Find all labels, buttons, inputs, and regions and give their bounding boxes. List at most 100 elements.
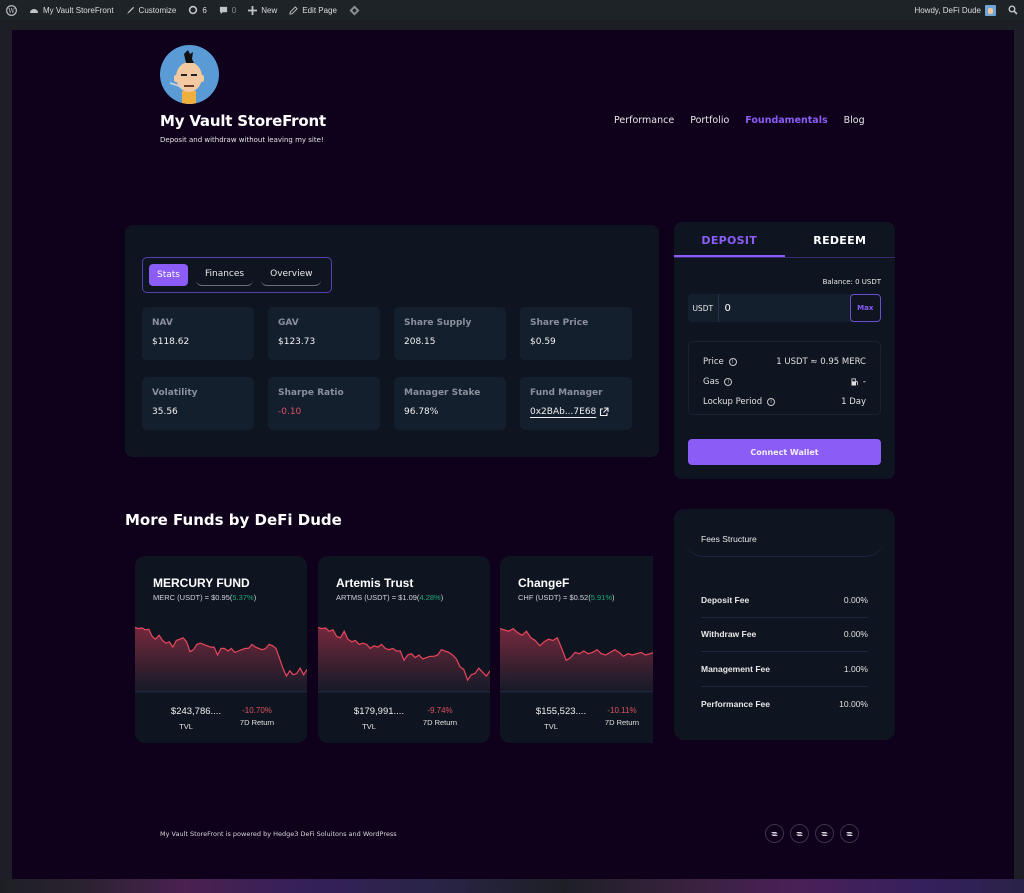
fee-value: 1.00% — [843, 663, 868, 674]
nav-performance[interactable]: Performance — [614, 115, 674, 126]
social-links — [765, 824, 859, 843]
nav-blog[interactable]: Blog — [844, 115, 865, 126]
fund-stats-panel: Stats Finances Overview NAV $118.62 GAV … — [125, 225, 659, 457]
wp-admin-bar: W My Vault StoreFront Customize 6 0 New … — [0, 0, 1024, 20]
account-menu[interactable]: Howdy, DeFi Dude — [908, 0, 1002, 20]
fee-row: Withdraw Fee 0.00% — [701, 618, 868, 652]
bottom-glow — [0, 879, 1024, 893]
tab-finances[interactable]: Finances — [195, 265, 254, 286]
search-button[interactable] — [1002, 0, 1024, 20]
stat-label: GAV — [278, 318, 299, 328]
social-link-3[interactable] — [815, 824, 834, 843]
fund-change: 5.37% — [232, 593, 254, 602]
fund-tvl-value: $155,523.... — [535, 706, 587, 717]
fee-row: Performance Fee 10.00% — [701, 687, 868, 722]
tab-redeem[interactable]: REDEEM — [785, 222, 896, 257]
stat-label: Volatility — [152, 388, 198, 398]
fund-change: 5.91% — [590, 593, 613, 602]
info-icon[interactable]: i — [728, 358, 737, 366]
nav-portfolio[interactable]: Portfolio — [690, 115, 729, 126]
fund-card[interactable]: ChangeF CHF (USDT) = $0.52(5.91%) $155,5… — [500, 556, 653, 743]
stat-label: Share Supply — [404, 318, 472, 328]
stat-label: Manager Stake — [404, 388, 481, 398]
info-row-price: Price i 1 USDT ≈ 0.95 MERC — [703, 352, 866, 372]
wordpress-logo-button[interactable]: W — [0, 0, 23, 20]
stat-card-share-price: Share Price $0.59 — [520, 307, 632, 360]
fund-tvl-label: TVL — [179, 722, 193, 731]
stat-card-volatility: Volatility 35.56 — [142, 377, 254, 430]
info-row-lockup: Lockup Period i 1 Day — [703, 392, 866, 412]
edit-page-link[interactable]: Edit Page — [283, 0, 343, 20]
fee-label: Performance Fee — [701, 698, 770, 709]
fund-card[interactable]: Artemis Trust ARTMS (USDT) = $1.09(4.28%… — [318, 556, 490, 743]
stat-label: NAV — [152, 318, 173, 328]
fund-tvl-label: TVL — [362, 722, 376, 731]
max-button[interactable]: Max — [849, 294, 881, 322]
divider — [135, 691, 307, 692]
fund-return-value: -9.74% — [427, 706, 453, 715]
stat-card-manager-stake: Manager Stake 96.78% — [394, 377, 506, 430]
nav-foundamentals[interactable]: Foundamentals — [745, 115, 827, 126]
fund-name: ChangeF — [518, 576, 570, 590]
fund-return-label: 7D Return — [604, 718, 640, 727]
fund-manager-address-link[interactable]: 0x2BAb...7E68 — [530, 407, 622, 417]
fund-card[interactable]: MERCURY FUND MERC (USDT) = $0.95(5.37%) … — [135, 556, 307, 743]
divider — [318, 691, 490, 692]
fee-label: Withdraw Fee — [701, 629, 757, 640]
comment-icon — [219, 6, 227, 14]
stat-value: $118.62 — [152, 337, 190, 347]
amount-input-group: USDT Max — [688, 294, 881, 322]
info-label: Gas — [703, 377, 720, 387]
plugin-diamond-button[interactable] — [343, 0, 366, 20]
info-row-gas: Gas i - — [703, 372, 866, 392]
tab-deposit[interactable]: DEPOSIT — [674, 222, 785, 257]
tab-stats[interactable]: Stats — [149, 264, 188, 286]
comments-count: 0 — [231, 5, 237, 15]
fund-change: 4.28% — [419, 593, 441, 602]
info-icon[interactable]: i — [724, 378, 733, 386]
new-content-link[interactable]: New — [242, 0, 283, 20]
stat-grid: NAV $118.62 GAV $123.73 Share Supply 208… — [142, 307, 632, 430]
fund-pair: MERC (USDT) = $0.95( — [153, 593, 233, 602]
info-value: 1 Day — [841, 397, 866, 407]
site-tagline: Deposit and withdraw without leaving my … — [160, 136, 324, 144]
hedge3-logo-icon — [796, 831, 803, 836]
info-label: Price — [703, 357, 724, 367]
customize-link[interactable]: Customize — [120, 0, 183, 20]
stat-value: $123.73 — [278, 337, 316, 347]
brush-icon — [126, 6, 134, 14]
dashboard-icon — [30, 9, 38, 13]
info-icon[interactable]: i — [767, 398, 776, 406]
stat-card-share-supply: Share Supply 208.15 — [394, 307, 506, 360]
fund-return-label: 7D Return — [239, 718, 275, 727]
stat-card-sharpe-ratio: Sharpe Ratio -0.10 — [268, 377, 380, 430]
stat-card-fund-manager: Fund Manager 0x2BAb...7E68 — [520, 377, 632, 430]
site-name-link[interactable]: My Vault StoreFront — [23, 0, 120, 20]
site-name-label: My Vault StoreFront — [43, 5, 114, 15]
fee-value: 0.00% — [843, 594, 868, 605]
social-link-4[interactable] — [840, 824, 859, 843]
sparkline-area — [500, 628, 653, 693]
site-logo-avatar[interactable] — [160, 45, 219, 104]
social-link-1[interactable] — [765, 824, 784, 843]
stat-card-nav: NAV $118.62 — [142, 307, 254, 360]
tab-overview[interactable]: Overview — [261, 265, 322, 286]
deposit-redeem-panel: DEPOSIT REDEEM Balance: 0 USDT USDT Max … — [674, 222, 895, 479]
fund-sparkline-chart — [500, 627, 653, 693]
comments-link[interactable]: 0 — [213, 0, 242, 20]
connect-wallet-button[interactable]: Connect Wallet — [688, 439, 881, 465]
updates-link[interactable]: 6 — [182, 0, 212, 20]
stat-value: $0.59 — [530, 337, 556, 347]
site-title[interactable]: My Vault StoreFront — [160, 112, 326, 130]
info-value: - — [862, 377, 866, 387]
diamond-icon — [349, 4, 360, 16]
new-label: New — [261, 5, 278, 15]
funds-carousel[interactable]: MERCURY FUND MERC (USDT) = $0.95(5.37%) … — [135, 556, 653, 744]
info-label: Lockup Period — [703, 397, 763, 407]
social-link-2[interactable] — [790, 824, 809, 843]
hedge3-logo-icon — [821, 831, 828, 836]
fund-sparkline-chart — [318, 626, 490, 693]
fund-name: MERCURY FUND — [153, 576, 250, 590]
deposit-amount-input[interactable] — [718, 294, 850, 322]
fund-tvl-label: TVL — [544, 722, 558, 731]
